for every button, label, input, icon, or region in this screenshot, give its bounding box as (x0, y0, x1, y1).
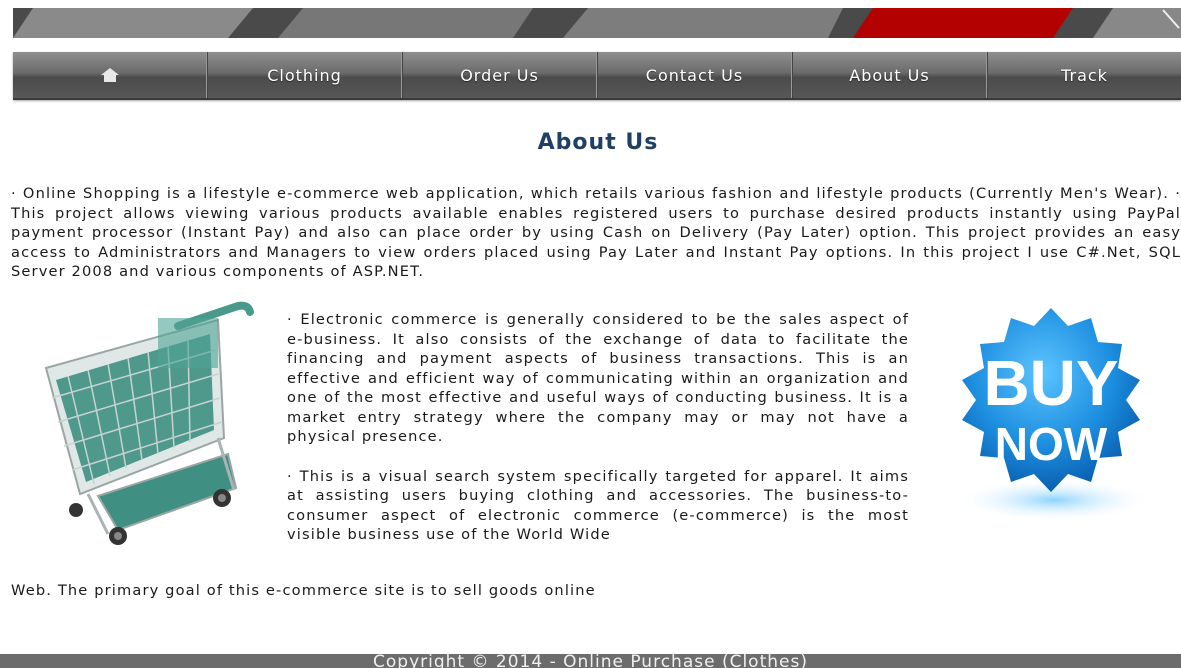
visual-search-paragraph-end: Web. The primary goal of this e-commerce… (11, 582, 596, 599)
ecommerce-paragraph: · Electronic commerce is generally consi… (287, 311, 909, 445)
visual-search-paragraph: · This is a visual search system specifi… (287, 467, 909, 544)
nav-clothing[interactable]: Clothing (207, 52, 402, 98)
nav-home[interactable] (13, 52, 207, 98)
intro-paragraph: · Online Shopping is a lifestyle e-comme… (11, 185, 1181, 280)
banner-keyboard-image (13, 8, 1181, 38)
nav-track[interactable]: Track (987, 52, 1181, 98)
shopping-cart-image (44, 301, 254, 545)
buy-text: BUY (983, 347, 1118, 419)
main-nav: Clothing Order Us Contact Us About Us Tr… (13, 52, 1181, 100)
footer-copyright: Copyright © 2014 - Online Purchase (Clot… (373, 654, 808, 668)
page-title: About Us (537, 130, 659, 155)
now-text: NOW (995, 418, 1108, 470)
nav-about-us[interactable]: About Us (792, 52, 987, 98)
nav-contact-us[interactable]: Contact Us (597, 52, 792, 98)
content-column: · Electronic commerce is generally consi… (287, 310, 909, 545)
footer: Copyright © 2014 - Online Purchase (Clot… (0, 654, 1181, 668)
nav-order-us[interactable]: Order Us (402, 52, 597, 98)
buy-now-badge[interactable]: BUY NOW (940, 300, 1162, 535)
home-icon (100, 68, 119, 82)
header-banner (13, 8, 1181, 38)
